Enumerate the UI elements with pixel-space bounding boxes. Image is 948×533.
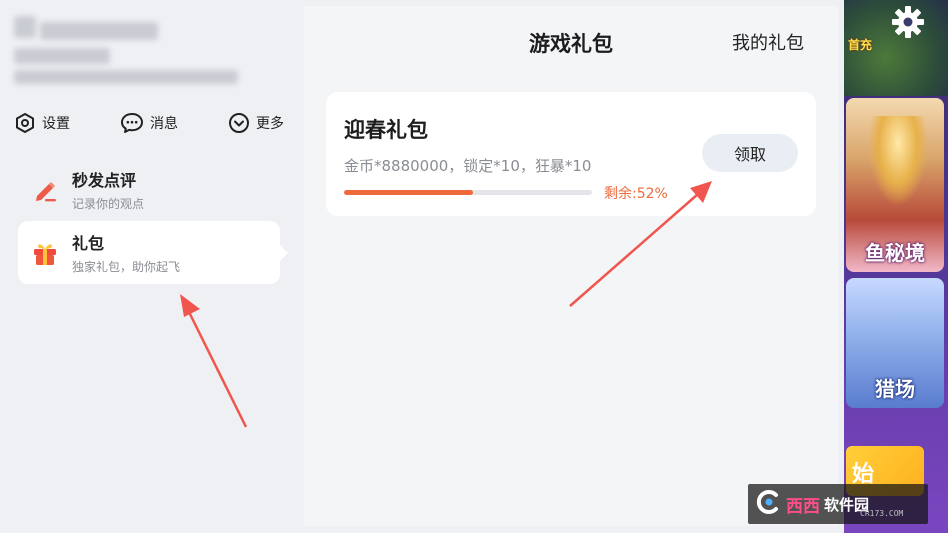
gift-name: 迎春礼包	[344, 118, 428, 142]
remaining-progress-bar	[344, 190, 592, 195]
game-background: 首充 鱼秘境 猎场 始	[844, 0, 948, 533]
settings-hex-icon	[14, 112, 36, 134]
settings-label: 设置	[42, 116, 70, 132]
menu-item-title: 礼包	[72, 234, 105, 253]
menu-item-subtitle: 独家礼包，助你起飞	[72, 260, 181, 274]
more-button[interactable]: 更多	[228, 112, 284, 134]
claim-button[interactable]: 领取	[702, 134, 798, 172]
more-label: 更多	[256, 116, 284, 132]
message-bubble-icon	[120, 112, 144, 134]
game-event-card[interactable]: 鱼秘境	[846, 98, 944, 272]
watermark-url: CR173.COM	[860, 509, 904, 518]
gift-center-panel: 游戏礼包 我的礼包 迎春礼包 金币*8880000，锁定*10，狂暴*10 剩余…	[304, 6, 838, 526]
gift-icon	[18, 238, 72, 268]
my-gifts-link[interactable]: 我的礼包	[732, 29, 804, 55]
remaining-progress-fill	[344, 190, 473, 195]
messages-label: 消息	[150, 116, 178, 132]
settings-button[interactable]: 设置	[14, 112, 70, 134]
menu-item-title: 秒发点评	[72, 171, 137, 190]
watermark-brand: 西西	[786, 496, 820, 517]
gift-description: 金币*8880000，锁定*10，狂暴*10	[344, 157, 592, 175]
menu-item-gifts[interactable]: 礼包 独家礼包，助你起飞	[18, 221, 288, 284]
remaining-label: 剩余:52%	[604, 186, 668, 202]
menu-item-quick-review[interactable]: 秒发点评 记录你的观点	[18, 158, 280, 221]
event-card-label: 鱼秘境	[865, 241, 925, 265]
side-drawer: 设置 消息 更多 秒发点评 记录你的观点 礼包 独家礼包，助你起飞	[0, 0, 298, 533]
pencil-icon	[18, 176, 72, 204]
gear-icon[interactable]	[890, 4, 926, 44]
blurred-username	[40, 22, 158, 40]
hero-artwork	[868, 116, 928, 206]
chevron-circle-icon	[228, 112, 250, 134]
event-card-label: 猎场	[875, 377, 915, 401]
blurred-avatar	[14, 16, 36, 38]
gift-card: 迎春礼包 金币*8880000，锁定*10，狂暴*10 剩余:52% 领取	[326, 92, 816, 216]
quick-actions: 设置 消息 更多	[14, 110, 284, 136]
first-recharge-badge[interactable]: 首充	[848, 36, 872, 53]
game-event-card[interactable]: 猎场	[846, 278, 944, 408]
menu-item-subtitle: 记录你的观点	[72, 197, 145, 211]
blurred-user-id	[14, 48, 110, 64]
site-watermark: 西西 软件园 CR173.COM	[748, 484, 928, 524]
blurred-user-info	[14, 70, 238, 84]
messages-button[interactable]: 消息	[120, 112, 178, 134]
watermark-logo-icon	[754, 487, 784, 521]
